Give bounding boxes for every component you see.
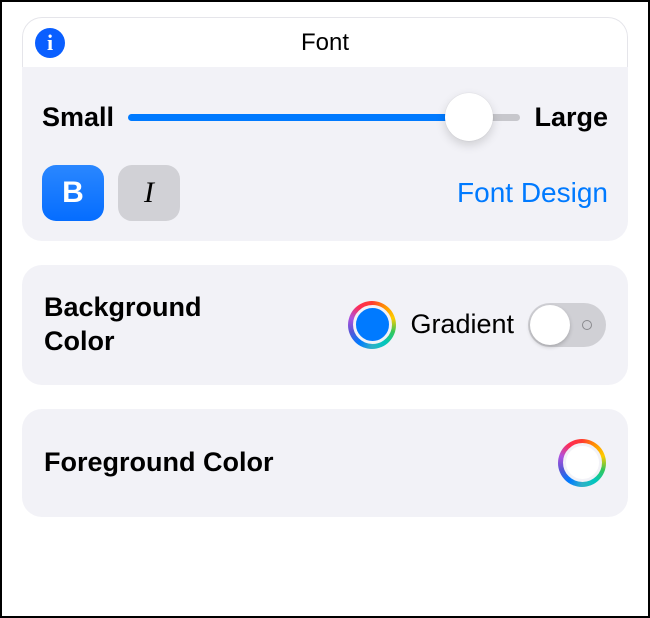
- font-section-card: Font Small Large B I Font Design: [22, 17, 628, 241]
- font-section-title: Font: [23, 29, 627, 57]
- slider-thumb[interactable]: [445, 93, 493, 141]
- foreground-color-label: Foreground Color: [44, 447, 273, 478]
- style-buttons-group: B I: [42, 165, 180, 221]
- foreground-color-swatch-inner: [563, 443, 602, 482]
- background-color-swatch-inner: [353, 305, 392, 344]
- background-color-picker[interactable]: [348, 301, 396, 349]
- info-icon[interactable]: [35, 28, 65, 58]
- gradient-toggle[interactable]: [528, 303, 606, 347]
- font-section-header: Font: [22, 17, 628, 67]
- font-design-button[interactable]: Font Design: [457, 177, 608, 209]
- background-color-card: Background Color Gradient: [22, 265, 628, 385]
- gradient-label: Gradient: [410, 309, 514, 340]
- font-style-row: B I Font Design: [42, 165, 608, 221]
- background-color-controls: Gradient: [348, 301, 606, 349]
- font-size-slider[interactable]: [128, 93, 520, 141]
- font-size-slider-row: Small Large: [42, 93, 608, 141]
- toggle-off-indicator: [582, 320, 592, 330]
- foreground-color-picker[interactable]: [558, 439, 606, 487]
- background-color-label: Background Color: [44, 291, 244, 359]
- italic-button[interactable]: I: [118, 165, 180, 221]
- bold-button[interactable]: B: [42, 165, 104, 221]
- toggle-thumb: [530, 305, 570, 345]
- settings-panel: Font Small Large B I Font Design Backgro…: [22, 17, 628, 517]
- slider-large-label: Large: [534, 102, 608, 133]
- foreground-color-card: Foreground Color: [22, 409, 628, 517]
- slider-small-label: Small: [42, 102, 114, 133]
- font-section-body: Small Large B I Font Design: [22, 67, 628, 241]
